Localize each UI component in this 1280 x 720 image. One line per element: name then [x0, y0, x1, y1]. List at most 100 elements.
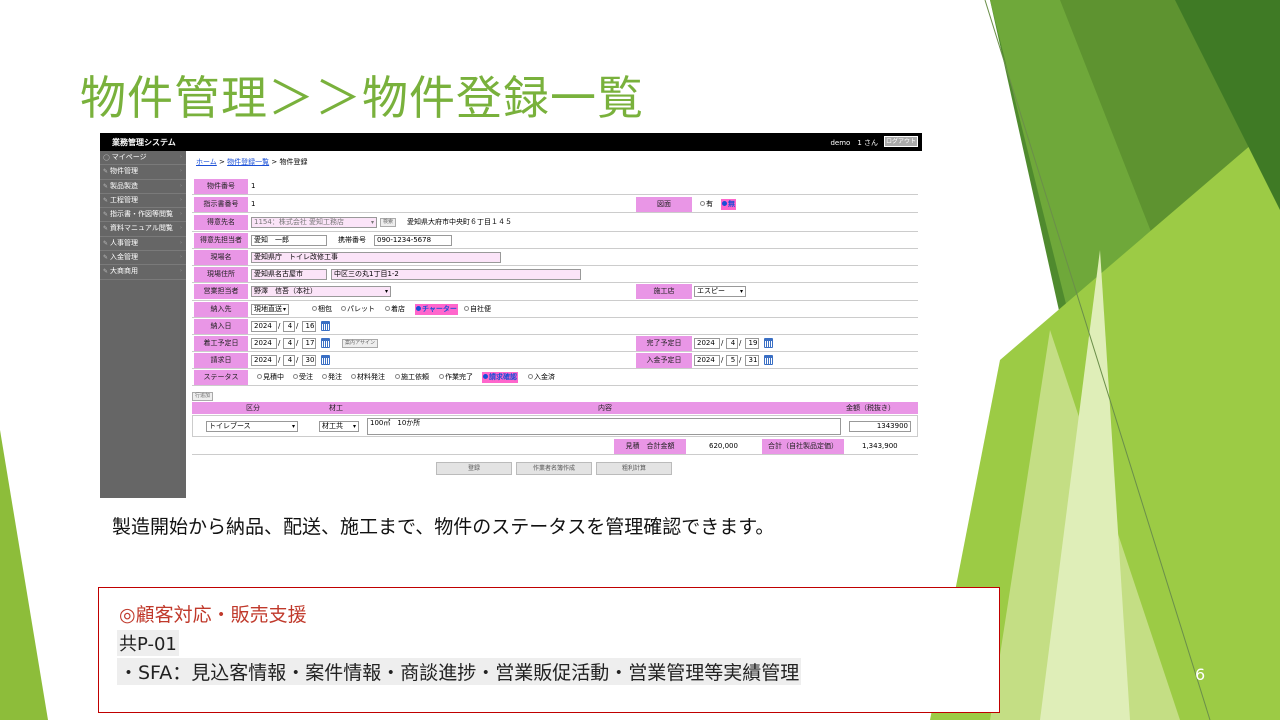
delivery-label: 納入先: [194, 302, 248, 317]
client-search-button[interactable]: 検索: [380, 218, 397, 227]
profit-calc-button[interactable]: 粗利計算: [596, 462, 672, 475]
delivery-day-input[interactable]: 16: [302, 321, 316, 332]
status-radio[interactable]: 受注: [293, 372, 313, 383]
breadcrumb-home[interactable]: ホーム: [196, 158, 217, 166]
end-day-input[interactable]: 19: [745, 338, 759, 349]
sidebar-item-manuals[interactable]: ✎ 資料マニュアル閲覧 ›: [100, 222, 186, 237]
start-day-input[interactable]: 17: [302, 338, 316, 349]
sidebar-item-mypage[interactable]: ◯ マイページ ›: [100, 151, 186, 166]
note-code: 共P-01: [117, 630, 179, 656]
invoice-year-input[interactable]: 2024: [251, 355, 277, 366]
drawing-no-radio[interactable]: 無: [721, 199, 736, 210]
delivery-method-select[interactable]: 現地直送 ▾: [251, 304, 289, 315]
client-select[interactable]: 1154：株式会社 愛知工務店 ▾: [251, 217, 377, 228]
calendar-icon[interactable]: [321, 355, 330, 365]
payment-day-input[interactable]: 31: [745, 355, 759, 366]
start-month-input[interactable]: 4: [283, 338, 295, 349]
status-radio[interactable]: 施工依頼: [395, 372, 429, 383]
contractor-label: 施工店: [636, 284, 692, 299]
sidebar-item-property[interactable]: ✎ 物件管理 ›: [100, 165, 186, 180]
end-year-input[interactable]: 2024: [694, 338, 720, 349]
sidebar-item-label: 製品製造: [110, 181, 139, 190]
category-select[interactable]: トイレブース ▾: [206, 421, 298, 432]
pencil-icon: ✎: [103, 182, 109, 190]
delivery-option-radio[interactable]: 自社便: [464, 304, 491, 315]
company-total-label: 合計（自社製品定価）: [762, 439, 844, 454]
site-name-label: 現場名: [194, 250, 248, 265]
content-textarea[interactable]: 100㎡ 10か所: [367, 418, 841, 435]
contractor-select[interactable]: エスピー ▾: [694, 286, 746, 297]
status-radio[interactable]: 見積中: [257, 372, 284, 383]
delivery-option-radio[interactable]: パレット: [341, 304, 375, 315]
estimate-total-label: 見積 合計金額: [614, 439, 686, 454]
form-row-site-address: 現場住所 愛知県名古屋市 中区三の丸1丁目1-2: [192, 266, 918, 283]
delivery-option-radio[interactable]: 梱包: [312, 304, 332, 315]
header-content: 内容: [598, 404, 612, 412]
delivery-year-input[interactable]: 2024: [251, 321, 277, 332]
breadcrumb: ホーム > 物件登録一覧 > 物件登録: [196, 157, 307, 167]
amount-input[interactable]: 1343900: [849, 421, 911, 432]
sidebar-item-payment[interactable]: ✎ 入金管理 ›: [100, 251, 186, 266]
form-row-delivery: 納入先 現地直送 ▾ 梱包 パレット 着店 チャーター 自社便: [192, 301, 918, 318]
register-button[interactable]: 登録: [436, 462, 512, 475]
chevron-right-icon: ›: [180, 168, 182, 175]
instruction-no-label: 指示書番号: [194, 197, 248, 212]
sidebar-item-hr[interactable]: ✎ 人事管理 ›: [100, 237, 186, 252]
add-row-button[interactable]: 行追加: [192, 392, 214, 401]
app-screenshot: 業務管理システム demo 1 さん ログアウト ◯ マイページ › ✎ 物件管理 › …: [100, 133, 922, 498]
drawing-yes-radio[interactable]: 有: [700, 199, 713, 210]
start-date-label: 着工予定日: [194, 336, 248, 351]
sales-person-select[interactable]: 野澤 信吾（本社） ▾: [251, 286, 391, 297]
calendar-icon[interactable]: [764, 355, 773, 365]
note-body: ・SFA：見込客情報・案件情報・商談進捗・営業販促活動・営業管理等実績管理: [117, 658, 802, 685]
invoice-date-label: 請求日: [194, 353, 248, 368]
drawing-label: 図面: [636, 197, 692, 212]
sidebar-item-process[interactable]: ✎ 工程管理 ›: [100, 194, 186, 209]
breadcrumb-separator: >: [219, 158, 225, 166]
chevron-right-icon: ›: [180, 254, 182, 261]
end-month-input[interactable]: 4: [726, 338, 738, 349]
delivery-option-radio[interactable]: 着店: [385, 304, 405, 315]
status-radio[interactable]: 作業完了: [439, 372, 473, 383]
invoice-day-input[interactable]: 30: [302, 355, 316, 366]
delivery-month-input[interactable]: 4: [283, 321, 295, 332]
form-row-instruction-no: 指示書番号 1 図面 有 無: [192, 196, 918, 213]
form-row-start-date: 着工予定日 2024 / 4 / 17 案内アサイン 完了予定日 2024 / …: [192, 335, 918, 352]
status-radio[interactable]: 材料発注: [351, 372, 385, 383]
client-person-input[interactable]: 愛知 一郎: [251, 235, 327, 246]
start-year-input[interactable]: 2024: [251, 338, 277, 349]
pencil-icon: ✎: [103, 196, 109, 204]
site-street-input[interactable]: 中区三の丸1丁目1-2: [331, 269, 581, 280]
status-radio[interactable]: 発注: [322, 372, 342, 383]
site-city-input[interactable]: 愛知県名古屋市: [251, 269, 327, 280]
sidebar-item-instructions[interactable]: ✎ 指示書・作図等閲覧 ›: [100, 208, 186, 223]
header-amount: 金額（税抜き）: [846, 404, 895, 412]
calendar-icon[interactable]: [764, 338, 773, 348]
sidebar-item-label: 物件管理: [110, 167, 139, 176]
site-name-input[interactable]: 愛知県庁 トイレ改修工事: [251, 252, 501, 263]
pencil-icon: ✎: [103, 239, 109, 247]
payment-month-input[interactable]: 5: [726, 355, 738, 366]
action-bar: 登録 作業者名簿作成 粗利計算: [192, 462, 918, 476]
property-no-label: 物件番号: [194, 179, 248, 194]
material-select[interactable]: 材工共 ▾: [319, 421, 359, 432]
payment-year-input[interactable]: 2024: [694, 355, 720, 366]
breadcrumb-list[interactable]: 物件登録一覧: [227, 158, 269, 166]
calendar-icon[interactable]: [321, 338, 330, 348]
logout-button[interactable]: ログアウト: [884, 136, 918, 147]
worker-list-button[interactable]: 作業者名簿作成: [516, 462, 592, 475]
assign-button[interactable]: 案内アサイン: [342, 339, 379, 348]
invoice-month-input[interactable]: 4: [283, 355, 295, 366]
sidebar-item-label: 工程管理: [110, 195, 139, 204]
delivery-date-label: 納入日: [194, 319, 248, 334]
status-radio-selected[interactable]: 請求確認: [482, 372, 518, 383]
mobile-input[interactable]: 090-1234-5678: [374, 235, 452, 246]
site-address-label: 現場住所: [194, 267, 248, 282]
sidebar-item-trade[interactable]: ✎ 大商商用 ›: [100, 265, 186, 280]
calendar-icon[interactable]: [321, 321, 330, 331]
delivery-option-radio-selected[interactable]: チャーター: [415, 304, 458, 315]
sidebar-item-manufacturing[interactable]: ✎ 製品製造 ›: [100, 180, 186, 194]
status-radio[interactable]: 入金済: [528, 372, 555, 383]
pencil-icon: ✎: [103, 225, 109, 233]
app-header: 業務管理システム demo 1 さん ログアウト: [100, 133, 922, 151]
